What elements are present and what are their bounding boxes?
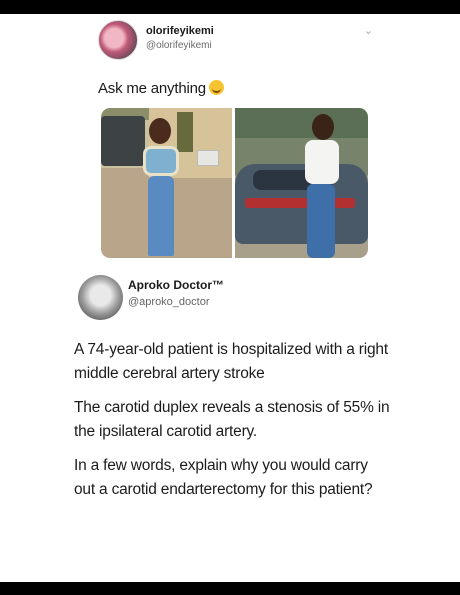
car-shape bbox=[101, 116, 145, 166]
smiling-face-emoji-icon bbox=[208, 80, 224, 95]
chevron-down-icon[interactable]: ⌄ bbox=[364, 24, 373, 37]
photo-left[interactable] bbox=[101, 108, 232, 258]
tweet-paragraph-2: The carotid duplex reveals a stenosis of… bbox=[74, 399, 390, 440]
avatar[interactable] bbox=[78, 275, 123, 320]
user-handle[interactable]: @aproko_doctor bbox=[128, 296, 210, 308]
tweet-text-content: Ask me anything bbox=[98, 80, 206, 97]
tweet-media[interactable] bbox=[101, 108, 368, 258]
tweet-body: A 74-year-old patient is hospitalized wi… bbox=[74, 338, 390, 512]
tweet-paragraph-3: In a few words, explain why you would ca… bbox=[74, 457, 373, 498]
car-shape bbox=[235, 164, 368, 244]
photo-right[interactable] bbox=[235, 108, 368, 258]
person-head bbox=[149, 118, 171, 144]
display-name[interactable]: Aproko Doctor™ bbox=[128, 278, 224, 292]
ac-unit-shape bbox=[197, 150, 219, 166]
tweet-text: Ask me anything bbox=[98, 80, 224, 97]
person-top bbox=[143, 146, 179, 176]
tweet-aproko-doctor[interactable]: Aproko Doctor™ @aproko_doctor A 74-year-… bbox=[58, 264, 400, 582]
person-top bbox=[305, 140, 339, 184]
car-taillights bbox=[245, 198, 355, 208]
person-legs bbox=[307, 184, 335, 258]
tweet-paragraph-1: A 74-year-old patient is hospitalized wi… bbox=[74, 341, 388, 382]
person-legs bbox=[148, 176, 174, 256]
tweet-olorifeyikemi[interactable]: olorifeyikemi @olorifeyikemi ⌄ Ask me an… bbox=[70, 14, 395, 259]
avatar[interactable] bbox=[98, 20, 138, 60]
user-handle[interactable]: @olorifeyikemi bbox=[146, 40, 212, 51]
screenshot-canvas: olorifeyikemi @olorifeyikemi ⌄ Ask me an… bbox=[0, 14, 460, 582]
door-shape bbox=[177, 112, 193, 152]
display-name[interactable]: olorifeyikemi bbox=[146, 25, 214, 37]
person-head bbox=[312, 114, 334, 140]
